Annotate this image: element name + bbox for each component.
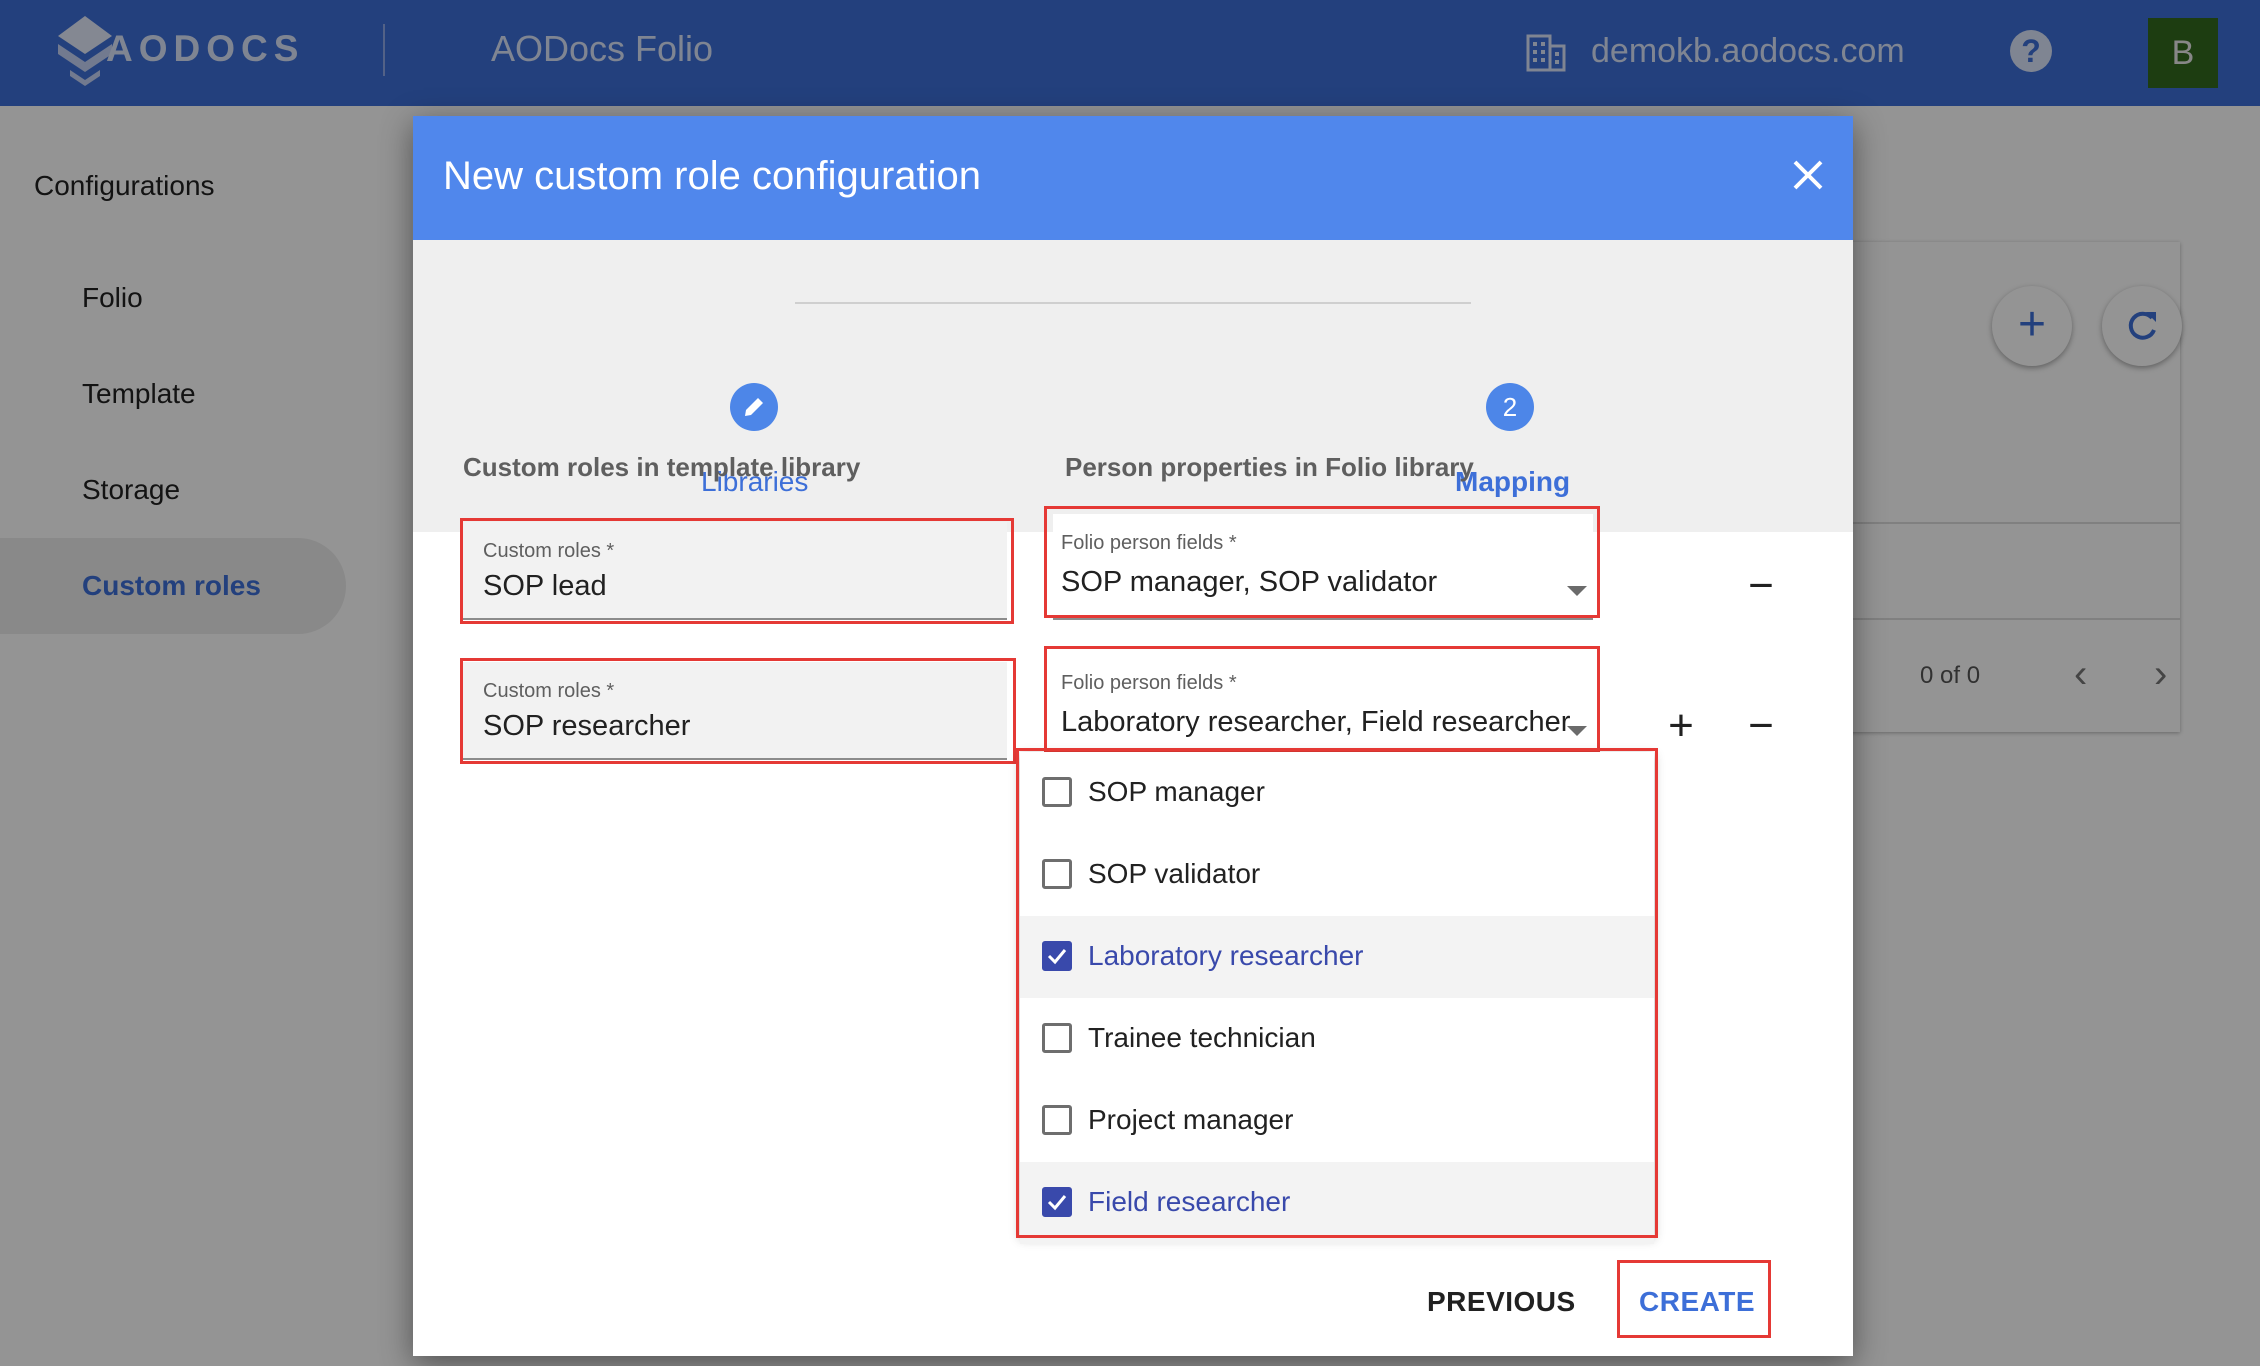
- right-column-heading: Person properties in Folio library: [1065, 452, 1474, 482]
- dialog-header: New custom role configuration: [413, 116, 1853, 240]
- highlight-box: [1617, 1260, 1771, 1338]
- add-row-button[interactable]: +: [1659, 704, 1703, 748]
- remove-row-button[interactable]: −: [1739, 704, 1783, 748]
- highlight-box: [460, 658, 1016, 764]
- pencil-icon[interactable]: [730, 383, 778, 431]
- highlight-box: [460, 518, 1014, 624]
- highlight-box: [1044, 646, 1600, 754]
- close-icon[interactable]: [1783, 150, 1833, 200]
- stepper-connector: [795, 302, 1471, 304]
- step-number-2[interactable]: 2: [1486, 383, 1534, 431]
- previous-button[interactable]: PREVIOUS: [1427, 1286, 1576, 1318]
- stepper: 2 Libraries Mapping: [413, 240, 1853, 532]
- left-column-heading: Custom roles in template library: [463, 452, 861, 482]
- highlight-box: [1016, 748, 1658, 1238]
- highlight-box: [1044, 506, 1600, 618]
- remove-row-button[interactable]: −: [1739, 564, 1783, 608]
- dialog-title: New custom role configuration: [443, 154, 982, 198]
